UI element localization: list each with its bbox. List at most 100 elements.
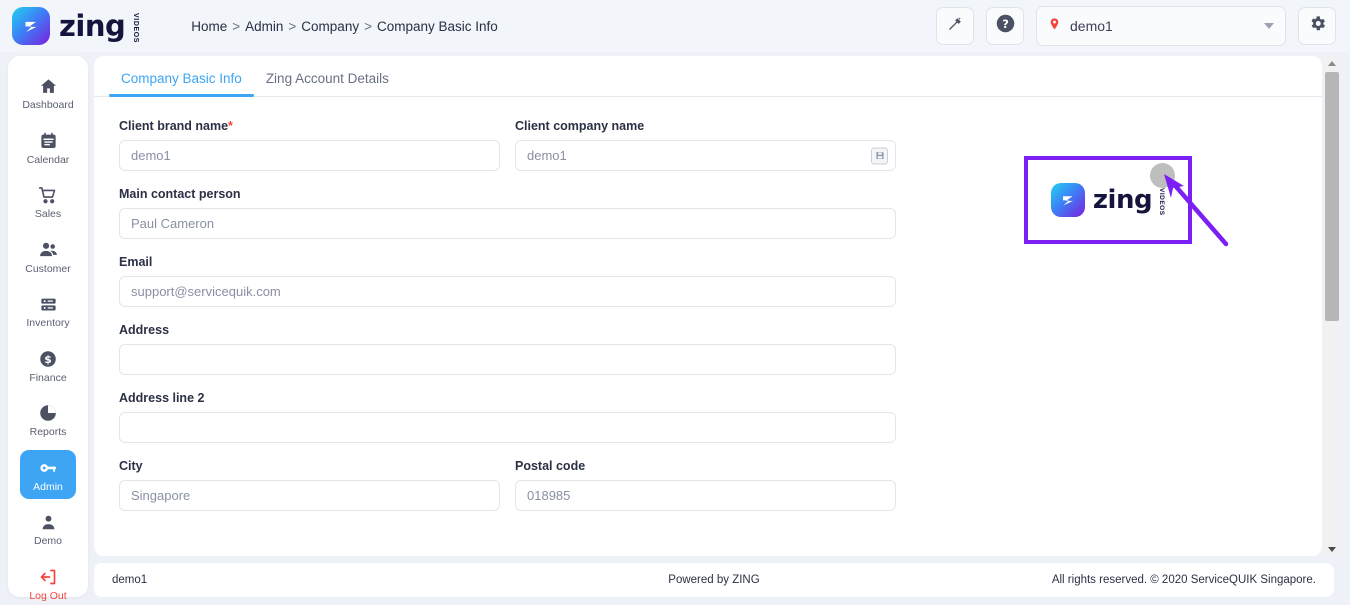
client-brand-name-input[interactable] [119, 140, 500, 171]
magic-wand-button[interactable] [936, 7, 974, 45]
sidebar-item-label: Calendar [26, 153, 70, 166]
field-email: Email [119, 255, 1322, 307]
gear-icon [1308, 14, 1327, 38]
sidebar-item-customer[interactable]: Customer [20, 232, 76, 282]
breadcrumb-item-company[interactable]: Company [301, 19, 359, 34]
magic-wand-icon [947, 15, 964, 37]
sidebar-item-calendar[interactable]: Calendar [20, 123, 76, 173]
sidebar-item-dashboard[interactable]: Dashboard [20, 68, 76, 118]
scroll-down-button[interactable] [1324, 542, 1340, 556]
scrollbar-thumb[interactable] [1325, 72, 1339, 321]
triangle-up-icon [1328, 60, 1336, 66]
logo-preview-wordmark: zing [1092, 185, 1153, 215]
sidebar-item-inventory[interactable]: Inventory [20, 286, 76, 336]
users-icon [37, 239, 59, 261]
footer-tenant-name: demo1 [112, 574, 148, 586]
triangle-down-icon [1328, 546, 1336, 552]
field-postal-code: Postal code [515, 459, 896, 511]
logout-icon [37, 566, 59, 588]
sidebar-item-finance[interactable]: $ Finance [20, 341, 76, 391]
breadcrumb-item-home[interactable]: Home [191, 19, 227, 34]
scroll-up-button[interactable] [1324, 56, 1340, 70]
email-input-wrap [119, 276, 1322, 307]
sidebar-item-label: Customer [25, 262, 71, 275]
sidebar-item-label: Sales [34, 208, 62, 221]
sidebar-item-logout[interactable]: Log Out [20, 559, 76, 605]
chevron-down-icon[interactable] [1264, 23, 1274, 29]
app-logo[interactable]: zing VIDEOS [12, 7, 139, 45]
field-address: Address [119, 323, 1322, 375]
city-input[interactable] [119, 480, 500, 511]
top-bar: zing VIDEOS Home > Admin > Company > Com… [0, 0, 1350, 52]
app-root: zing VIDEOS Home > Admin > Company > Com… [0, 0, 1350, 605]
client-company-name-label: Client company name [515, 119, 645, 133]
address-line-2-input-wrap [119, 412, 1322, 443]
vertical-scrollbar[interactable] [1324, 56, 1340, 556]
logo-preview-subtext: VIDEOS [1158, 188, 1166, 216]
address-line-2-label: Address line 2 [119, 391, 205, 405]
client-company-name-input-wrap [515, 140, 896, 171]
field-client-brand-name: Client brand name* [119, 119, 500, 171]
email-label: Email [119, 255, 153, 269]
map-pin-icon [1048, 16, 1061, 37]
server-stack-icon [37, 293, 59, 315]
breadcrumb-separator: > [288, 18, 297, 34]
company-logo-image: zing VIDEOS [1050, 183, 1166, 217]
company-basic-info-form: Client brand name* Client company name [94, 97, 1322, 527]
breadcrumb-item-admin[interactable]: Admin [245, 19, 283, 34]
logo-wordmark: zing [59, 8, 126, 43]
sidebar-item-label: Log Out [29, 589, 67, 602]
sidebar: Dashboard Calendar Sales Customer Invent… [8, 56, 88, 601]
sidebar-item-label: Dashboard [22, 99, 74, 111]
location-value: demo1 [1070, 18, 1113, 34]
help-circle-icon: ? [995, 13, 1016, 39]
address-input[interactable] [119, 344, 896, 375]
breadcrumb-separator: > [364, 18, 372, 34]
form-row-city-postal: City Postal code [119, 459, 1322, 527]
address-line-2-input[interactable] [119, 412, 896, 443]
required-marker: * [228, 119, 233, 133]
sidebar-item-label: Admin [33, 480, 63, 493]
client-company-name-input[interactable] [515, 140, 896, 171]
key-icon [37, 457, 59, 479]
tab-zing-account-details[interactable]: Zing Account Details [254, 71, 401, 96]
footer-copyright: All rights reserved. © 2020 ServiceQUIK … [1051, 574, 1316, 586]
label-text: Client brand name [119, 119, 229, 133]
field-client-company-name: Client company name [515, 119, 896, 171]
sidebar-item-admin[interactable]: Admin [20, 449, 76, 500]
svg-text:$: $ [44, 353, 52, 366]
postal-code-input[interactable] [515, 480, 896, 511]
tab-bar: Company Basic Info Zing Account Details [94, 56, 1322, 97]
save-disk-icon[interactable] [871, 147, 888, 164]
city-input-wrap [119, 480, 500, 511]
zing-bolt-icon [12, 7, 50, 45]
breadcrumb-item-company-basic-info[interactable]: Company Basic Info [377, 19, 498, 34]
help-button[interactable]: ? [986, 7, 1024, 45]
field-city: City [119, 459, 500, 511]
pie-chart-icon [37, 402, 59, 424]
shopping-cart-icon [37, 184, 59, 206]
footer-powered-by: Powered by ZING [668, 574, 760, 586]
city-label: City [119, 459, 143, 473]
sidebar-item-demo[interactable]: Demo [20, 504, 76, 554]
home-icon [37, 75, 59, 97]
main-contact-person-input[interactable] [119, 208, 896, 239]
location-selector[interactable]: demo1 [1036, 6, 1286, 46]
client-brand-name-input-wrap [119, 140, 500, 171]
company-logo-preview[interactable]: zing VIDEOS [1024, 156, 1192, 244]
settings-button[interactable] [1298, 7, 1336, 45]
tab-company-basic-info[interactable]: Company Basic Info [109, 71, 254, 97]
zing-bolt-icon [1050, 183, 1085, 217]
content-card: Company Basic Info Zing Account Details … [94, 56, 1322, 556]
top-bar-actions: ? demo1 [936, 6, 1336, 46]
breadcrumb: Home > Admin > Company > Company Basic I… [191, 19, 498, 34]
sidebar-item-sales[interactable]: Sales [20, 177, 76, 227]
sidebar-item-label: Finance [29, 371, 67, 384]
user-icon [37, 511, 59, 533]
sidebar-item-label: Inventory [26, 317, 70, 330]
sidebar-item-reports[interactable]: Reports [20, 395, 76, 445]
breadcrumb-separator: > [232, 18, 241, 34]
sidebar-item-label: Reports [29, 426, 67, 439]
email-input[interactable] [119, 276, 896, 307]
field-address-line-2: Address line 2 [119, 391, 1322, 443]
